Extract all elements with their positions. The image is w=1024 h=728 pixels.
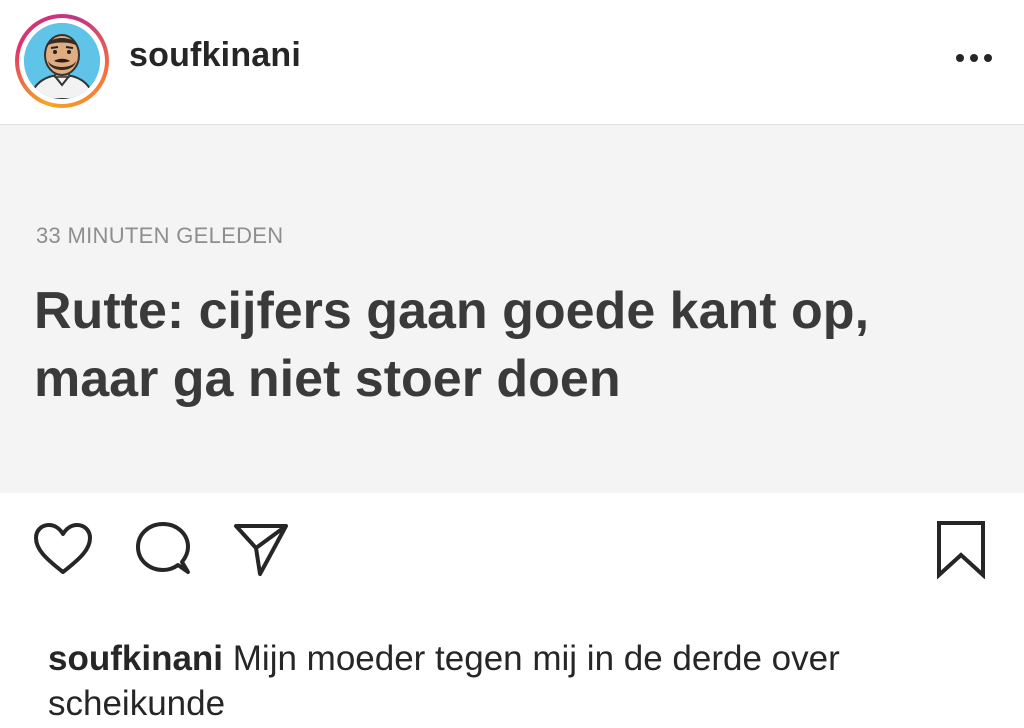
paper-plane-icon	[234, 524, 288, 576]
ellipsis-icon	[956, 54, 992, 62]
heart-icon	[34, 523, 92, 574]
article-timestamp: 33 MINUTEN GELEDEN	[36, 223, 284, 248]
post-header: soufkinani	[0, 0, 1024, 125]
post-image[interactable]: 33 MINUTEN GELEDEN Rutte: cijfers gaan g…	[0, 125, 1024, 493]
share-button[interactable]	[230, 518, 292, 580]
more-options-button[interactable]	[948, 40, 1000, 76]
like-button[interactable]	[32, 518, 94, 580]
avatar-illustration	[24, 23, 100, 99]
instagram-post: soufkinani 33 MINUTEN GELEDEN Rutte: cij…	[0, 0, 1024, 728]
avatar[interactable]	[24, 23, 100, 99]
story-ring[interactable]	[15, 14, 109, 108]
post-caption: soufkinani Mijn moeder tegen mij in de d…	[48, 636, 1018, 726]
header-username[interactable]: soufkinani	[129, 36, 301, 75]
action-bar	[0, 493, 1024, 613]
caption-username[interactable]: soufkinani	[48, 639, 223, 678]
comment-icon	[136, 522, 190, 574]
bookmark-icon	[937, 521, 985, 579]
article-headline: Rutte: cijfers gaan goede kant op, maar …	[34, 282, 870, 408]
save-button[interactable]	[930, 518, 992, 580]
comment-button[interactable]	[132, 518, 194, 580]
